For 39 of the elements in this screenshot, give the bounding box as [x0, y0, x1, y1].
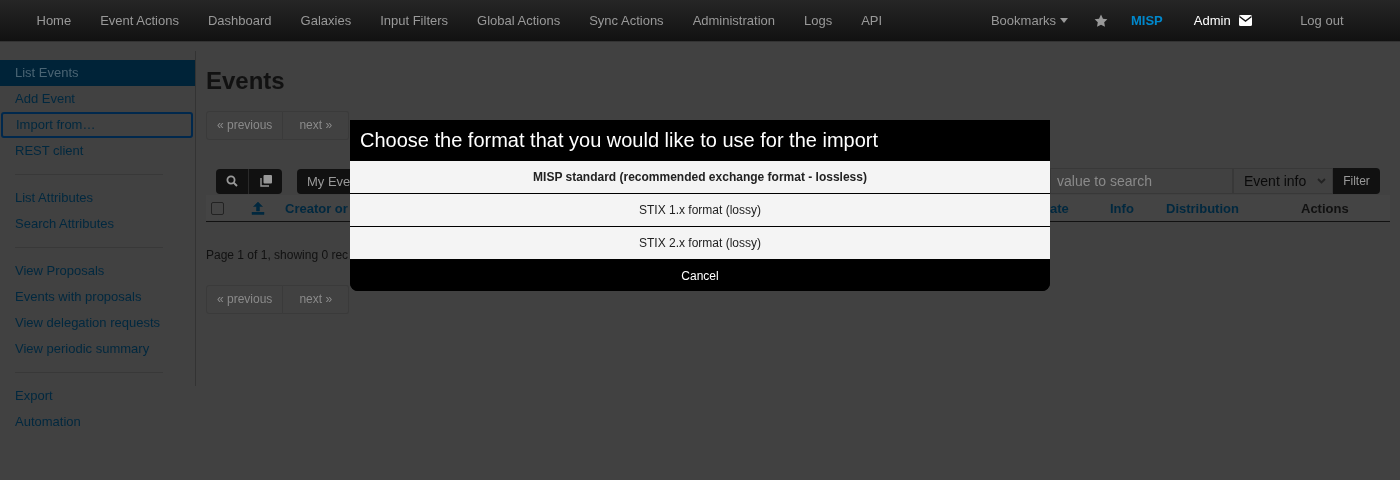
nav-link[interactable]: API: [846, 13, 897, 28]
dialog-title: Choose the format that you would like to use for the import: [359, 128, 880, 153]
search-button[interactable]: [216, 168, 249, 194]
nav-link[interactable]: Dashboard: [193, 13, 287, 28]
format-option[interactable]: MISP standard (recommended exchange format - lossless): [350, 161, 1050, 194]
envelope-icon[interactable]: [1238, 15, 1252, 26]
column-header[interactable]: Creator or: [285, 200, 348, 216]
nav-link[interactable]: Sync Actions: [574, 13, 679, 28]
next-page-button[interactable]: next »: [283, 285, 350, 314]
select-all-checkbox[interactable]: [211, 201, 224, 215]
column-header[interactable]: Distribution: [1166, 200, 1301, 216]
format-option[interactable]: STIX 2.x format (lossy): [350, 227, 1050, 260]
nav-link[interactable]: Logs: [789, 13, 847, 28]
search-icon: [226, 175, 238, 187]
previous-page-button[interactable]: « previous: [206, 111, 284, 140]
previous-page-button[interactable]: « previous: [206, 285, 284, 314]
search-field[interactable]: value to search: [1050, 168, 1233, 194]
next-page-button[interactable]: next »: [283, 111, 350, 140]
logout-link[interactable]: Log out: [1285, 13, 1358, 28]
sidebar-item[interactable]: List Events: [0, 60, 195, 86]
column-header[interactable]: Info: [1110, 200, 1166, 216]
copy-icon: [259, 175, 272, 187]
brand-link[interactable]: MISP: [1116, 13, 1178, 28]
nav-link[interactable]: Event Actions: [85, 13, 194, 28]
nav-link[interactable]: Administration: [678, 13, 790, 28]
star-icon[interactable]: [1094, 13, 1109, 28]
filter-select[interactable]: Event info: [1233, 168, 1333, 194]
bookmarks-menu[interactable]: Bookmarks: [976, 13, 1083, 28]
nav-link[interactable]: Galaxies: [286, 13, 366, 28]
column-header[interactable]: ate: [1050, 200, 1110, 216]
chevron-icon: [1317, 178, 1326, 184]
caret-icon: [1059, 18, 1068, 23]
filter-button[interactable]: Filter: [1333, 168, 1380, 194]
user-link[interactable]: Admin: [1179, 13, 1239, 28]
nav-link[interactable]: Input Filters: [365, 13, 463, 28]
nav-link[interactable]: Global Actions: [462, 13, 575, 28]
format-option[interactable]: STIX 1.x format (lossy): [350, 194, 1050, 227]
nav-link[interactable]: Home: [22, 13, 86, 28]
copy-button[interactable]: [249, 168, 282, 194]
